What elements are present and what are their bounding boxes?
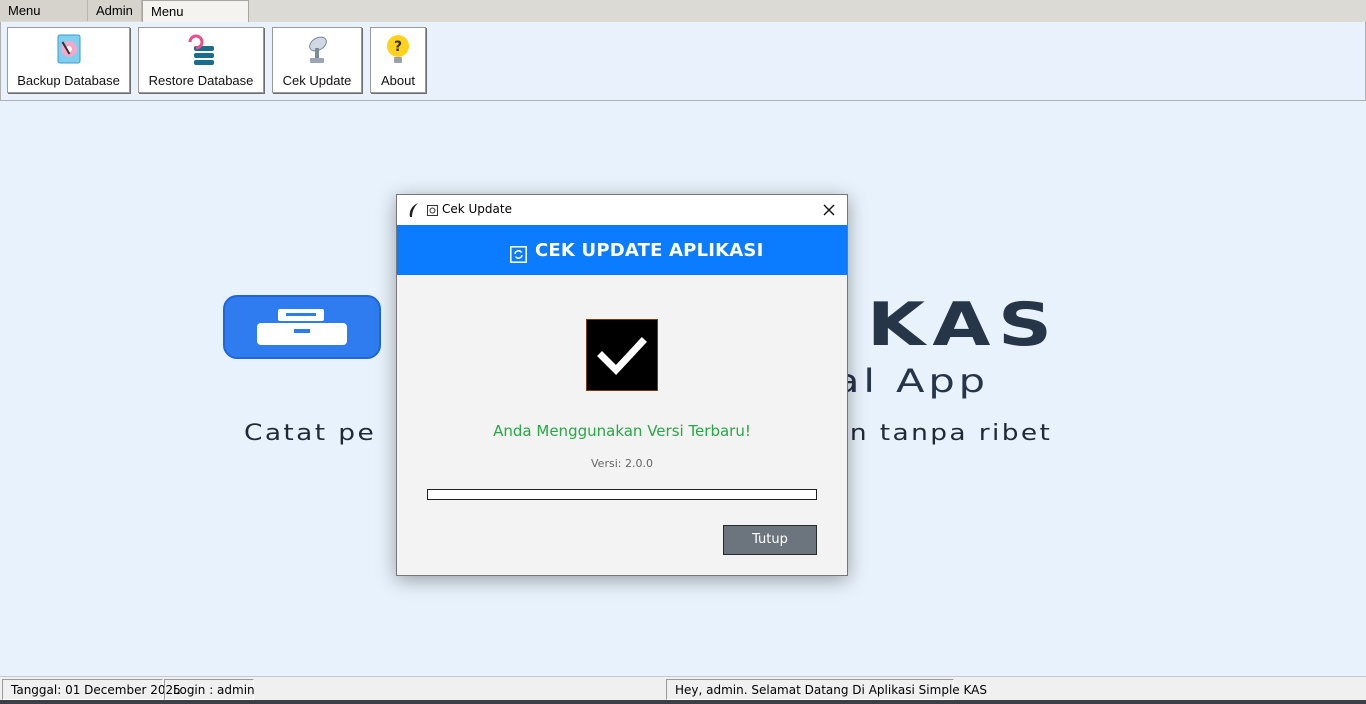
tab-menu-tambahan[interactable]: Menu Tambahan — [142, 0, 249, 40]
cek-update-label: Cek Update — [282, 73, 352, 88]
backup-database-button[interactable]: Backup Database — [7, 27, 130, 93]
question-bulb-icon: ? — [387, 35, 409, 63]
restore-database-icon — [188, 34, 214, 65]
dialog-header-title: CEK UPDATE APLIKASI — [535, 240, 764, 261]
restore-database-button[interactable]: Restore Database — [138, 27, 264, 93]
bottom-edge — [0, 700, 1366, 704]
backup-database-label: Backup Database — [17, 73, 120, 88]
ribbon-toolbar: Backup Database Restore Database Cek Upd… — [0, 22, 1366, 101]
cash-register-icon — [257, 309, 347, 345]
feather-icon — [409, 203, 418, 217]
about-button[interactable]: ? About — [370, 27, 426, 93]
status-welcome: Hey, admin. Selamat Datang Di Aplikasi S… — [666, 679, 987, 700]
hero-tagline-right: ran tanpa ribet — [818, 421, 1053, 446]
menu-tab-strip: Menu Utama Admin Menu Tambahan — [0, 0, 1366, 40]
cek-update-dialog: Cek Update CEK UPDATE APLIKASI Anda Meng… — [396, 194, 848, 576]
update-status-message: Anda Menggunakan Versi Terbaru! — [493, 422, 751, 440]
hero-subtitle: al App — [834, 362, 989, 400]
dialog-titlebar[interactable]: Cek Update — [397, 195, 847, 225]
app-logo — [223, 295, 381, 359]
status-bar: Tanggal: 01 December 2025 Login : admin … — [0, 676, 1366, 701]
tab-admin[interactable]: Admin — [88, 0, 142, 21]
cek-update-button[interactable]: Cek Update — [272, 27, 362, 93]
dialog-header: CEK UPDATE APLIKASI — [397, 225, 847, 275]
restore-database-label: Restore Database — [148, 73, 254, 88]
refresh-icon — [510, 246, 527, 263]
version-label: Versi: 2.0.0 — [591, 457, 653, 470]
svg-text:?: ? — [394, 39, 402, 55]
refresh-small-icon — [427, 205, 438, 216]
backup-database-icon — [57, 34, 80, 64]
about-label: About — [381, 73, 415, 88]
status-date: Tanggal: 01 December 2025 — [2, 679, 181, 700]
check-mark-icon — [586, 319, 658, 391]
satellite-dish-icon — [309, 36, 327, 63]
status-login: Login : admin — [164, 679, 255, 700]
hero-tagline-left: Catat pe — [244, 421, 377, 446]
tutup-button[interactable]: Tutup — [723, 525, 817, 555]
dialog-window-title: Cek Update — [442, 202, 512, 216]
update-progress-bar — [427, 489, 817, 500]
tab-menu-utama[interactable]: Menu Utama — [0, 0, 88, 39]
close-icon[interactable] — [819, 200, 839, 220]
